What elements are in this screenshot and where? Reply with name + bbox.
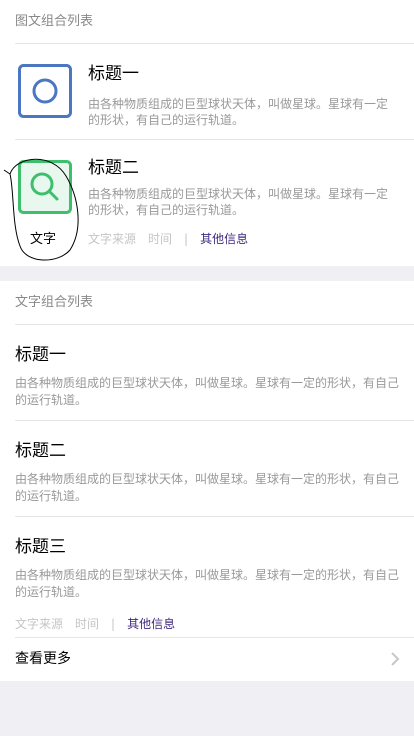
image-text-list-panel: 图文组合列表 标题一 由各种物质组成的巨型球状天体，叫做星球。星球有一定的形状，… bbox=[0, 0, 414, 266]
media-item[interactable]: 标题二 由各种物质组成的巨型球状天体，叫做星球。星球有一定的形状，有自己的运行轨… bbox=[0, 140, 414, 272]
meta-row: 文字来源 时间 | 其他信息 bbox=[88, 230, 399, 247]
media-description: 由各种物质组成的巨型球状天体，叫做星球。星球有一定的形状，有自己的运行轨道。 bbox=[88, 97, 389, 127]
meta-separator: | bbox=[111, 616, 116, 631]
item-title: 标题三 bbox=[15, 537, 66, 557]
media-title: 标题二 bbox=[88, 158, 139, 178]
item-title: 标题二 bbox=[15, 441, 66, 461]
section-title: 图文组合列表 bbox=[0, 0, 414, 44]
text-list-item[interactable]: 标题三 由各种物质组成的巨型球状天体，叫做星球。星球有一定的形状，有自己的运行轨… bbox=[0, 517, 414, 637]
meta-time: 时间 bbox=[148, 232, 173, 246]
see-more-label: 查看更多 bbox=[15, 651, 71, 667]
item-title: 标题一 bbox=[15, 345, 66, 365]
item-description: 由各种物质组成的巨型球状天体，叫做星球。星球有一定的形状，有自己的运行轨道。 bbox=[15, 472, 400, 503]
ring-icon bbox=[18, 64, 72, 118]
see-more-link[interactable]: 查看更多 bbox=[0, 637, 414, 681]
meta-extra[interactable]: 其他信息 bbox=[200, 230, 248, 247]
media-item[interactable]: 标题一 由各种物质组成的巨型球状天体，叫做星球。星球有一定的形状，有自己的运行轨… bbox=[0, 44, 414, 140]
item-description: 由各种物质组成的巨型球状天体，叫做星球。星球有一定的形状，有自己的运行轨道。 bbox=[15, 376, 400, 407]
section-title: 文字组合列表 bbox=[0, 281, 414, 325]
search-icon bbox=[18, 160, 72, 214]
meta-source: 文字来源 bbox=[88, 232, 137, 246]
chevron-right-icon bbox=[391, 652, 400, 666]
meta-separator: | bbox=[184, 231, 189, 246]
text-list-item[interactable]: 标题一 由各种物质组成的巨型球状天体，叫做星球。星球有一定的形状，有自己的运行轨… bbox=[0, 325, 414, 421]
meta-source: 文字来源 bbox=[15, 617, 64, 631]
item-description: 由各种物质组成的巨型球状天体，叫做星球。星球有一定的形状，有自己的运行轨道。 bbox=[15, 568, 400, 599]
media-title: 标题一 bbox=[88, 64, 139, 84]
text-list-panel: 文字组合列表 标题一 由各种物质组成的巨型球状天体，叫做星球。星球有一定的形状，… bbox=[0, 281, 414, 681]
text-list-item[interactable]: 标题二 由各种物质组成的巨型球状天体，叫做星球。星球有一定的形状，有自己的运行轨… bbox=[0, 421, 414, 517]
meta-extra[interactable]: 其他信息 bbox=[127, 615, 175, 632]
handwritten-annotation: 文字 bbox=[30, 232, 57, 247]
media-description: 由各种物质组成的巨型球状天体，叫做星球。星球有一定的形状，有自己的运行轨道。 bbox=[88, 187, 389, 217]
meta-time: 时间 bbox=[75, 617, 100, 631]
meta-row: 文字来源 时间 | 其他信息 bbox=[15, 615, 399, 632]
